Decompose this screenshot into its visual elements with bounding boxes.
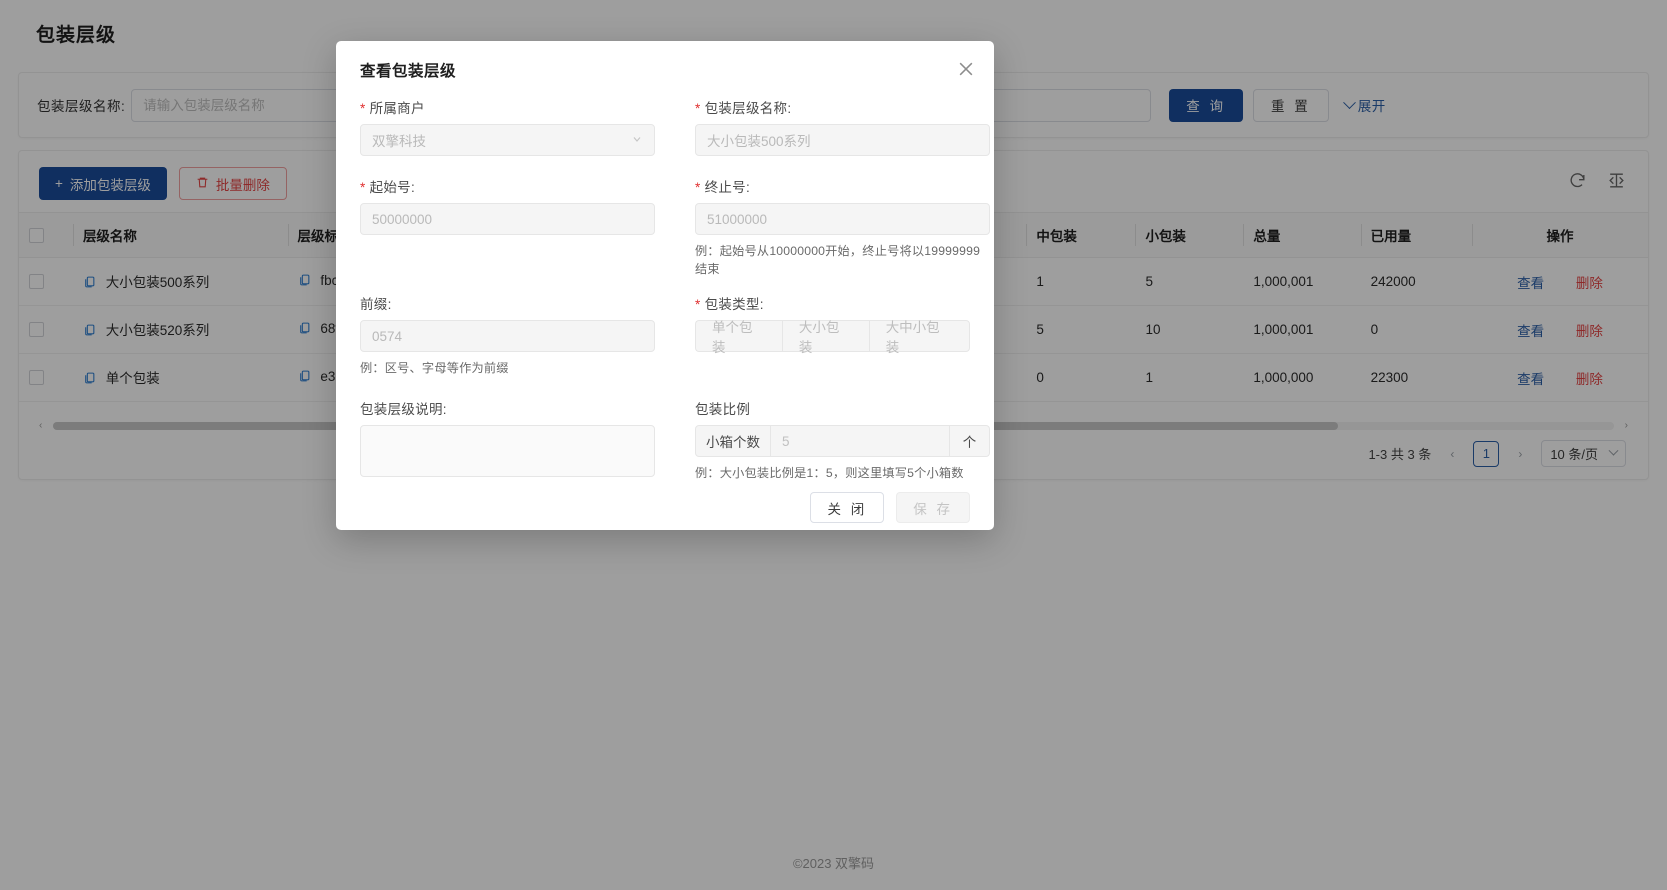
ratio-prefix-label: 小箱个数 <box>695 425 771 457</box>
required-marker: * <box>360 180 366 195</box>
level-name-input[interactable]: 大小包装500系列 <box>695 124 990 156</box>
field-level-name: * 包装层级名称: 大小包装500系列 <box>695 97 990 156</box>
ratio-input-group: 小箱个数 5 个 <box>695 425 990 457</box>
dialog-save-button: 保 存 <box>896 492 970 523</box>
end-no-input[interactable]: 51000000 <box>695 203 990 235</box>
start-no-value: 50000000 <box>372 211 433 227</box>
ratio-hint: 例：大小包装比例是1：5，则这里填写5个小箱数 <box>695 466 964 480</box>
form-row-1: * 所属商户 双擎科技 * 包装层级名称: 大小包装500系列 <box>360 97 990 156</box>
field-description: 包装层级说明: <box>360 398 655 482</box>
prefix-input[interactable]: 0574 <box>360 320 655 352</box>
dialog-close-button[interactable]: 关 闭 <box>810 492 885 523</box>
end-no-label-text: 终止号: <box>704 180 751 195</box>
description-textarea[interactable] <box>360 425 655 477</box>
form-row-3: 前缀: 0574 例：区号、字母等作为前缀 * 包装类型: 单个包装 大小包装 大… <box>360 293 970 376</box>
prefix-hint: 例：区号、字母等作为前缀 <box>360 361 509 375</box>
close-icon[interactable] <box>956 59 976 79</box>
merchant-label: * 所属商户 <box>360 97 655 117</box>
app-root: 包装层级 包装层级名称: 查 询 重 置 展开 + 添加包装层级 <box>0 0 1667 890</box>
level-name-label: * 包装层级名称: <box>695 97 990 117</box>
view-package-level-dialog: 查看包装层级 * 所属商户 双擎科技 * 包装层级名称: 大小包装500系列 *… <box>336 41 994 530</box>
chevron-down-icon <box>631 133 643 148</box>
required-marker: * <box>695 180 701 195</box>
pack-type-option-single[interactable]: 单个包装 <box>695 320 782 355</box>
level-name-label-text: 包装层级名称: <box>704 101 792 116</box>
end-no-label: * 终止号: <box>695 176 990 196</box>
field-merchant: * 所属商户 双擎科技 <box>360 97 655 156</box>
required-marker: * <box>695 297 701 312</box>
field-start-no: * 起始号: 50000000 <box>360 176 655 277</box>
pack-type-segmented-control: 单个包装 大小包装 大中小包装 <box>695 320 970 355</box>
field-prefix: 前缀: 0574 例：区号、字母等作为前缀 <box>360 293 655 376</box>
field-ratio: 包装比例 小箱个数 5 个 例：大小包装比例是1：5，则这里填写5个小箱数 <box>695 398 990 482</box>
start-no-input[interactable]: 50000000 <box>360 203 655 235</box>
dialog-body: * 所属商户 双擎科技 * 包装层级名称: 大小包装500系列 * 起始号: 5… <box>336 83 994 482</box>
ratio-unit-label: 个 <box>950 425 990 457</box>
dialog-title: 查看包装层级 <box>360 63 457 80</box>
pack-type-label-text: 包装类型: <box>704 297 764 312</box>
prefix-value: 0574 <box>372 328 403 344</box>
merchant-label-text: 所属商户 <box>369 101 425 116</box>
field-end-no: * 终止号: 51000000 例：起始号从10000000开始，终止号将以199… <box>695 176 990 277</box>
prefix-label: 前缀: <box>360 297 392 312</box>
field-pack-type: * 包装类型: 单个包装 大小包装 大中小包装 <box>695 293 970 376</box>
start-no-label: * 起始号: <box>360 176 655 196</box>
pack-type-option-large-medium-small[interactable]: 大中小包装 <box>868 320 970 355</box>
merchant-select[interactable]: 双擎科技 <box>360 124 655 156</box>
level-name-value: 大小包装500系列 <box>707 134 811 149</box>
merchant-value: 双擎科技 <box>372 134 426 149</box>
pack-type-label: * 包装类型: <box>695 293 970 313</box>
form-row-4: 包装层级说明: 包装比例 小箱个数 5 个 例：大小包装比例是1：5，则这里填写… <box>360 398 990 482</box>
dialog-header: 查看包装层级 <box>336 41 994 83</box>
required-marker: * <box>360 101 366 116</box>
dialog-footer: 关 闭 保 存 <box>336 482 994 545</box>
end-no-hint: 例：起始号从10000000开始，终止号将以19999999结束 <box>695 244 981 276</box>
end-no-value: 51000000 <box>707 211 768 227</box>
form-row-2: * 起始号: 50000000 * 终止号: 51000000 例：起始号从1000… <box>360 176 990 277</box>
pack-type-option-large-small[interactable]: 大小包装 <box>781 320 869 355</box>
description-label: 包装层级说明: <box>360 402 447 417</box>
ratio-label: 包装比例 <box>695 402 751 417</box>
start-no-label-text: 起始号: <box>369 180 416 195</box>
ratio-input[interactable]: 5 <box>771 425 950 457</box>
required-marker: * <box>695 101 701 116</box>
